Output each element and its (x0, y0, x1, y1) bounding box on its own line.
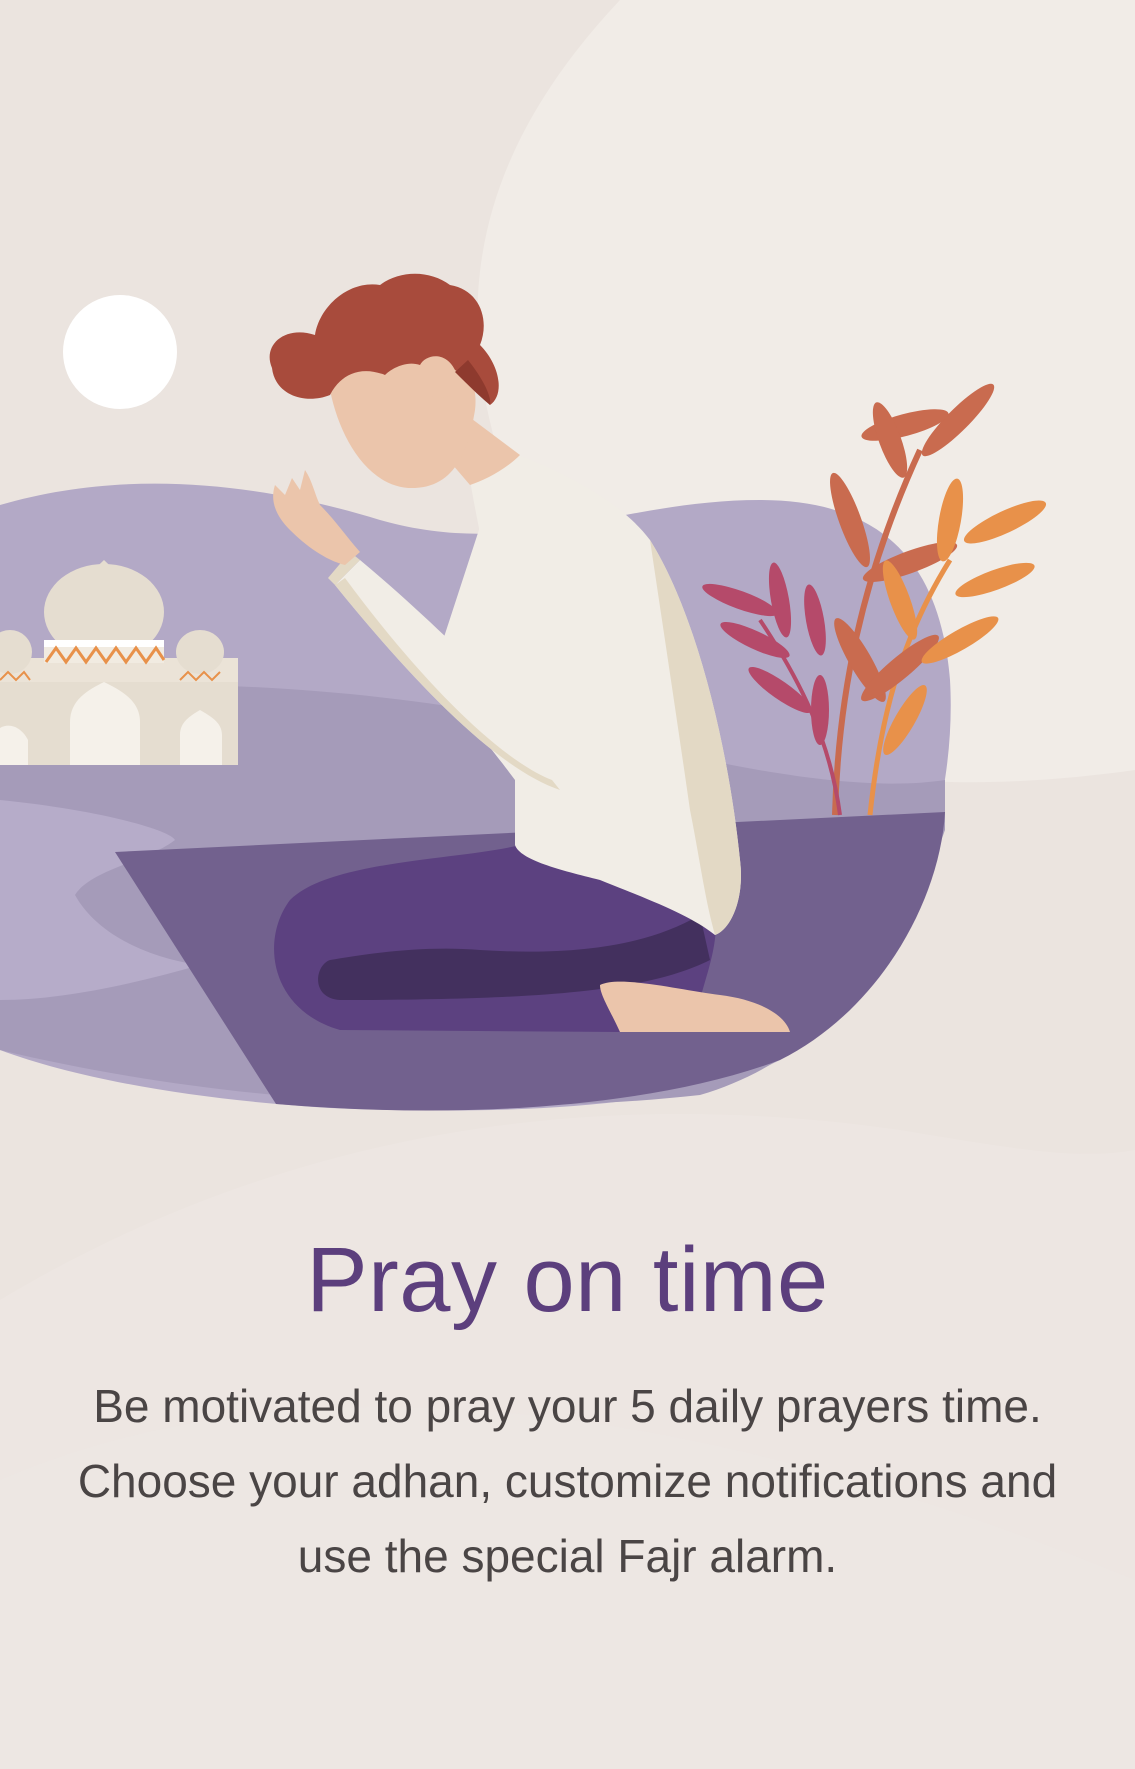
description-line: Be motivated to pray your 5 daily prayer… (93, 1380, 1042, 1432)
onboarding-text: Pray on time Be motivated to pray your 5… (0, 1225, 1135, 1594)
onboarding-description: Be motivated to pray your 5 daily prayer… (18, 1369, 1118, 1594)
onboarding-title: Pray on time (306, 1229, 829, 1331)
onboarding-screen: Pray on time Be motivated to pray your 5… (0, 0, 1135, 1769)
man-praying-illustration-icon (0, 273, 1047, 1111)
description-line: use the special Fajr alarm. (297, 1530, 838, 1582)
description-line: Choose your adhan, customize notificatio… (77, 1455, 1058, 1507)
moon-icon (63, 295, 177, 409)
